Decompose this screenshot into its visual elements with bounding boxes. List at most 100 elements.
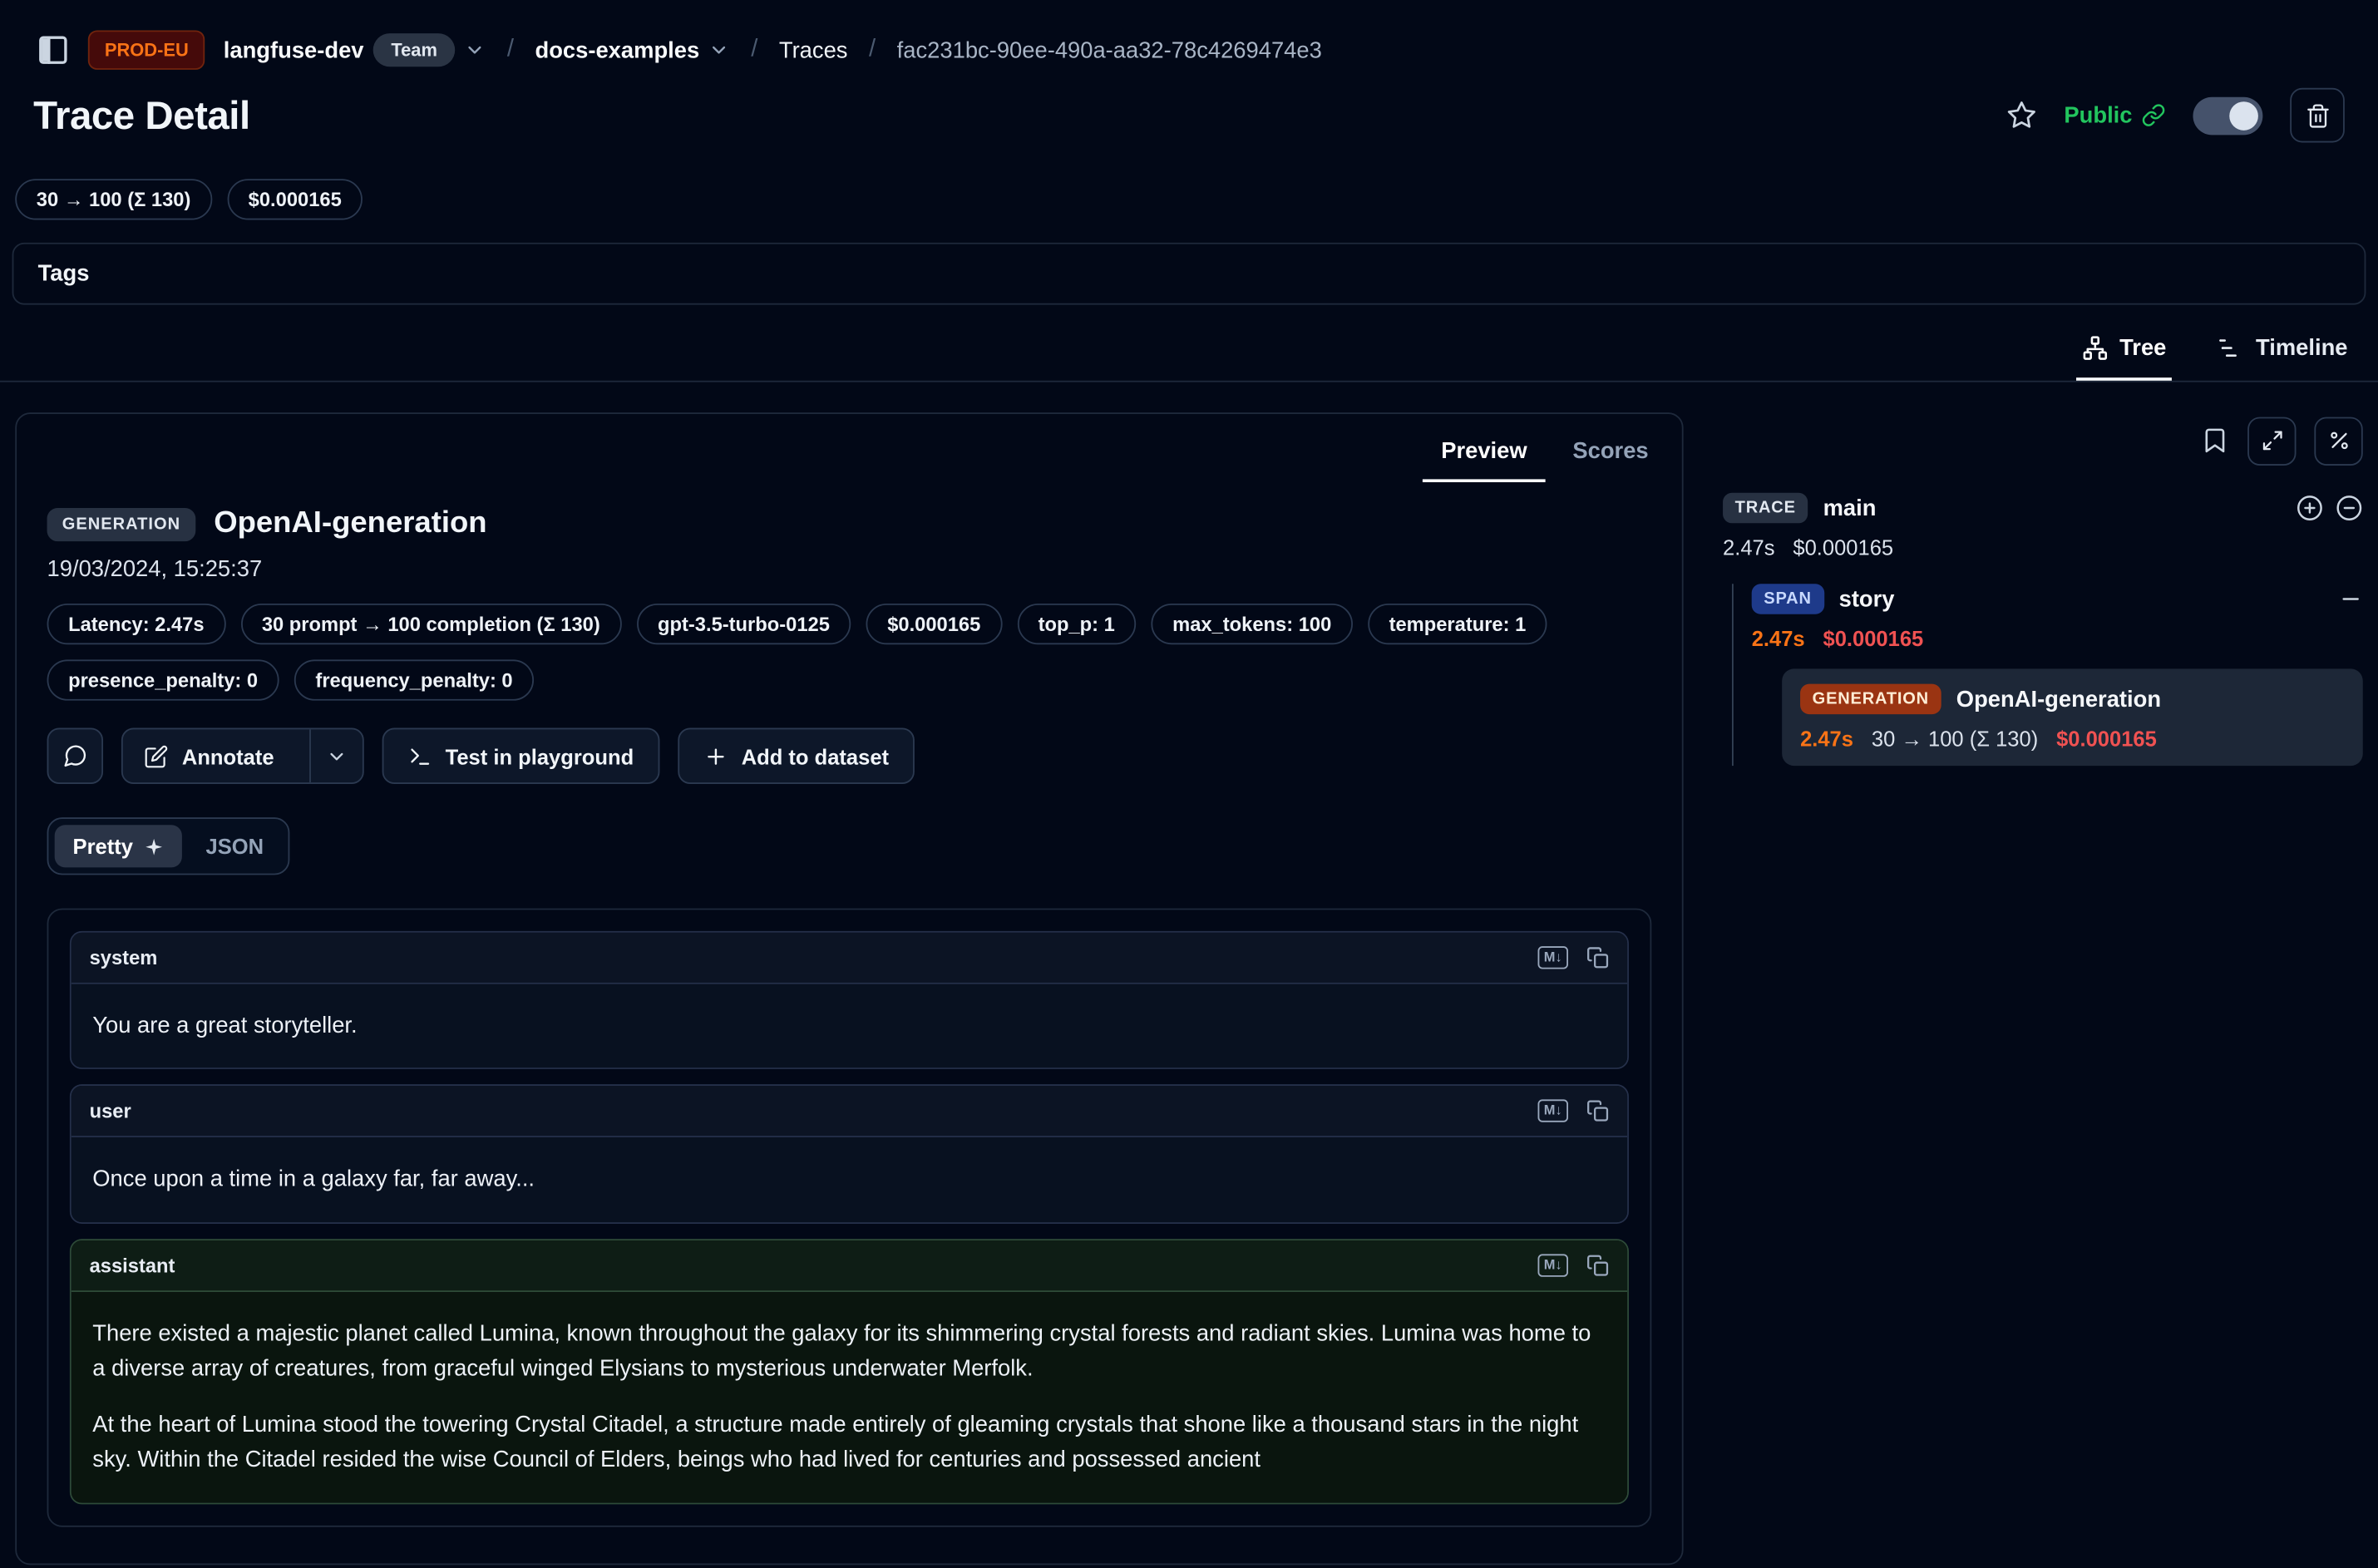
format-json-button[interactable]: JSON [188,825,282,867]
param-pill: top_p: 1 [1017,604,1136,644]
test-in-playground-button[interactable]: Test in playground [382,728,659,784]
page-title: Trace Detail [33,91,250,139]
copy-button[interactable] [1586,1254,1609,1276]
expand-all-button[interactable] [2247,417,2296,465]
tab-preview[interactable]: Preview [1423,427,1545,482]
public-label: Public [2064,102,2132,128]
trace-latency: 2.47s [1723,535,1774,560]
breadcrumb-traces[interactable]: Traces [779,37,848,63]
link-icon [2141,103,2165,127]
token-usage-pill: 30 → 100 (Σ 130) [15,179,212,219]
tags-section[interactable]: Tags [12,243,2366,305]
message-paragraph: Once upon a time in a galaxy far, far aw… [92,1162,1606,1197]
cost-pill: $0.000165 [227,179,363,219]
star-icon [2006,100,2036,130]
breadcrumb-org[interactable]: langfuse-dev Team [224,33,486,67]
message-card-system: system M↓ You are a great storyteller. [70,931,1629,1069]
message-paragraph: You are a great storyteller. [92,1008,1606,1043]
bookmark-button[interactable] [2201,427,2230,456]
tree-icon [2081,335,2107,361]
trace-cost: $0.000165 [1793,535,1893,560]
breadcrumb-separator: / [869,37,876,64]
expand-node-button[interactable] [2297,495,2324,522]
panel-left-icon [37,33,70,67]
message-body: There existed a majestic planet called L… [72,1291,1627,1502]
message-paragraph: There existed a majestic planet called L… [92,1315,1606,1386]
environment-badge: PROD-EU [88,30,205,69]
annotate-button[interactable]: Annotate [123,729,295,782]
param-pill: frequency_penalty: 0 [294,659,534,700]
span-badge: SPAN [1752,584,1824,614]
toggle-knob [2229,101,2258,130]
observation-panel: Preview Scores GENERATION OpenAI-generat… [15,412,1683,1564]
markdown-toggle-button[interactable]: M↓ [1538,1100,1568,1122]
message-card-user: user M↓ Once upon a time in a galaxy far… [70,1085,1629,1223]
collapse-node-button[interactable] [2336,495,2363,522]
message-body: You are a great storyteller. [72,984,1627,1068]
span-name: story [1839,586,1895,612]
message-role: system [90,946,158,969]
message-header: assistant M↓ [72,1240,1627,1291]
param-pill: gpt-3.5-turbo-0125 [637,604,851,644]
messages-container: system M↓ You are a great storyteller. us… [47,909,1652,1526]
tab-tree[interactable]: Tree [2075,335,2172,381]
markdown-icon: M↓ [1538,946,1568,969]
markdown-icon: M↓ [1538,1100,1568,1122]
format-pretty-button[interactable]: Pretty [55,825,182,867]
message-header-icons: M↓ [1538,1254,1610,1276]
message-card-assistant: assistant M↓ There existed a majestic pl… [70,1238,1629,1503]
tree-node-generation[interactable]: GENERATION OpenAI-generation 2.47s 30 → … [1782,668,2363,766]
trace-metrics: 2.47s $0.000165 [1723,535,2363,560]
chevron-down-icon [708,39,730,61]
copy-icon [1586,946,1609,969]
span-cost: $0.000165 [1823,626,1924,650]
copy-icon [1586,1100,1609,1122]
copy-button[interactable] [1586,1100,1609,1122]
plus-circle-icon [2297,495,2324,522]
span-latency: 2.47s [1752,626,1805,650]
tab-scores[interactable]: Scores [1554,427,1666,482]
message-header-icons: M↓ [1538,1100,1610,1122]
bookmark-icon [2201,427,2230,456]
observation-tabs: Preview Scores [17,414,1682,482]
observation-type-badge: GENERATION [47,507,196,540]
span-metrics: 2.47s $0.000165 [1752,626,2363,650]
delete-trace-button[interactable] [2290,88,2345,143]
header-row: Trace Detail Public [0,70,2378,143]
bookmark-star-button[interactable] [2006,100,2036,130]
tree-node-trace[interactable]: TRACE main [1723,493,2363,523]
observation-params-row1: Latency: 2.47s30 prompt → 100 completion… [47,604,1652,644]
breadcrumb-separator: / [751,37,757,64]
expand-icon [2261,429,2283,451]
tab-timeline[interactable]: Timeline [2212,335,2354,381]
show-percentages-button[interactable] [2314,417,2362,465]
observation-actions: Annotate Test in playground Add to datas… [47,728,1652,784]
comment-button[interactable] [47,728,103,784]
annotate-dropdown-button[interactable] [308,729,362,782]
plus-icon [703,744,728,768]
generation-badge: GENERATION [1800,684,1941,714]
copy-icon [1586,1254,1609,1276]
header-actions: Public [2006,88,2345,143]
tree-node-span[interactable]: SPAN story [1752,584,2363,614]
observation-name: OpenAI-generation [214,506,486,541]
breadcrumb-trace-id: fac231bc-90ee-490a-aa32-78c4269474e3 [897,37,1322,63]
chevron-down-icon [326,745,348,767]
public-toggle[interactable] [2193,96,2262,135]
copy-button[interactable] [1586,946,1609,969]
markdown-toggle-button[interactable]: M↓ [1538,946,1568,969]
add-to-dataset-button[interactable]: Add to dataset [678,728,915,784]
collapse-span-button[interactable] [2339,587,2363,611]
param-pill: 30 prompt → 100 completion (Σ 130) [240,604,621,644]
message-header-icons: M↓ [1538,946,1610,969]
main-content: Preview Scores GENERATION OpenAI-generat… [0,382,2378,1565]
sidebar-toggle-button[interactable] [37,33,70,67]
public-link-button[interactable]: Public [2064,102,2165,128]
trace-row-actions [2297,495,2363,522]
param-pill: $0.000165 [866,604,1002,644]
breadcrumb-project[interactable]: docs-examples [535,37,729,63]
percent-icon [2327,429,2350,451]
markdown-toggle-button[interactable]: M↓ [1538,1254,1568,1276]
annotate-split-button: Annotate [121,728,363,784]
param-pill: max_tokens: 100 [1152,604,1353,644]
